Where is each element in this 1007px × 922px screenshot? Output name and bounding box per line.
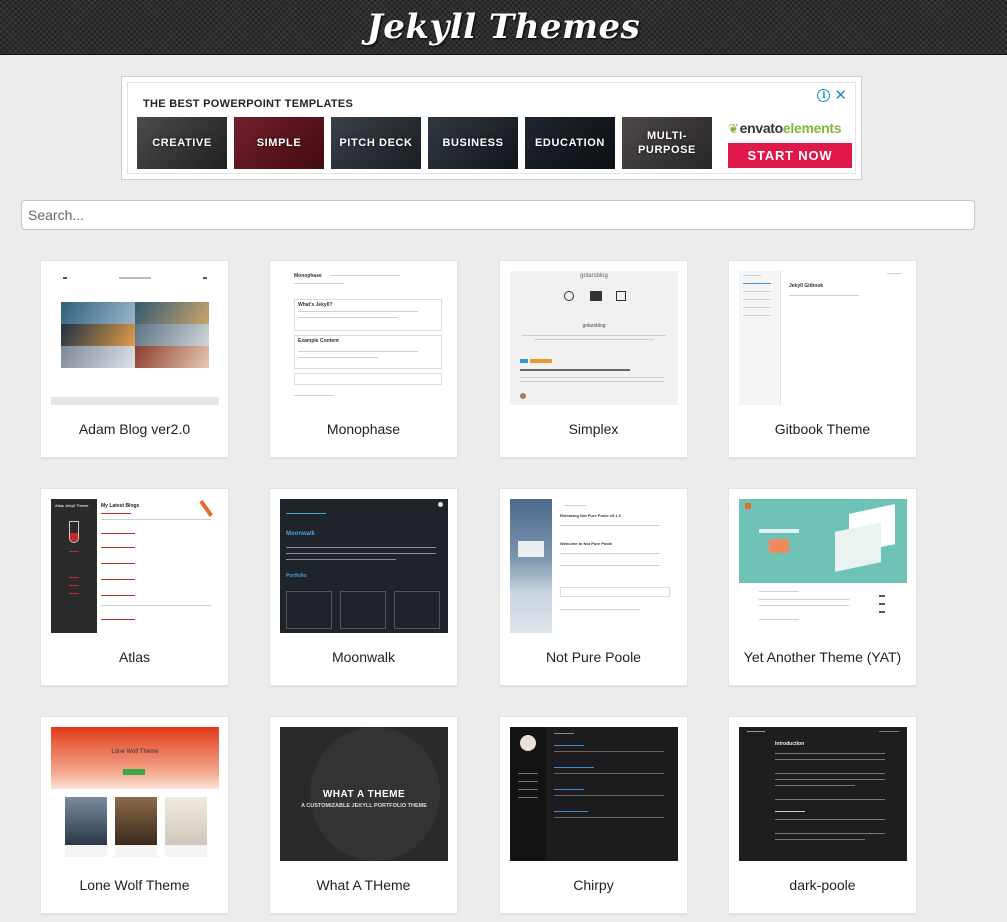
ad-tile-label: MULTI-PURPOSE xyxy=(638,130,696,156)
thumb-text: Portfolio xyxy=(286,573,307,579)
ad-tile-label: PITCH DECK xyxy=(339,137,413,149)
thumb-text: Introduction xyxy=(775,741,805,747)
info-icon[interactable]: i xyxy=(817,89,831,102)
theme-thumbnail[interactable]: Lone Wolf Theme xyxy=(51,727,219,861)
theme-title[interactable]: Yet Another Theme (YAT) xyxy=(729,649,916,665)
theme-thumbnail[interactable]: WHAT A THEME A CUSTOMIZABLE JEKYLL PORTF… xyxy=(280,727,448,861)
theme-thumbnail[interactable] xyxy=(510,727,678,861)
theme-thumbnail[interactable]: golarsblog golarsblog xyxy=(510,271,678,405)
thumb-text: Moonwalk xyxy=(286,531,316,537)
theme-title[interactable]: Lone Wolf Theme xyxy=(41,877,228,893)
thumb-text: What's Jekyll? xyxy=(298,302,333,308)
theme-card[interactable]: Introduction dark-poole xyxy=(728,716,917,914)
theme-card[interactable]: Moonwalk Portfolio Moonwalk xyxy=(269,488,458,686)
site-header: Jekyll Themes xyxy=(0,0,1007,55)
ad-controls: i ✕ xyxy=(817,88,847,103)
thumb-text: golarsblog xyxy=(582,323,606,329)
ad-banner[interactable]: THE BEST POWERPOINT TEMPLATES i ✕ CREATI… xyxy=(121,76,862,180)
thumb-text: Atlas Jekyll Theme xyxy=(55,503,89,508)
theme-card[interactable]: Chirpy xyxy=(499,716,688,914)
ad-tile-education[interactable]: EDUCATION xyxy=(525,117,615,169)
theme-title[interactable]: Adam Blog ver2.0 xyxy=(41,421,228,437)
ad-tile-pitch-deck[interactable]: PITCH DECK xyxy=(331,117,421,169)
thumb-text: Example Content xyxy=(298,338,339,344)
ad-tile-label: EDUCATION xyxy=(535,137,605,149)
ad-tile-business[interactable]: BUSINESS xyxy=(428,117,518,169)
leaf-icon: ❦ xyxy=(728,121,739,136)
thumb-text: Jekyll Gitbook xyxy=(789,283,824,289)
ad-tile-simple[interactable]: SIMPLE xyxy=(234,117,324,169)
thumb-text: Releasing Not Pure Poole v0.1.0 xyxy=(560,513,621,518)
ad-tile-label: SIMPLE xyxy=(256,137,302,149)
thumb-text: Welcome to Not Pure Poole xyxy=(560,541,613,546)
theme-thumbnail[interactable]: Monophase What's Jekyll? Example Content xyxy=(280,271,448,405)
ad-tile-creative[interactable]: CREATIVE xyxy=(137,117,227,169)
theme-title[interactable]: Simplex xyxy=(500,421,687,437)
theme-thumbnail[interactable] xyxy=(51,271,219,405)
close-icon[interactable]: ✕ xyxy=(834,88,847,103)
brand-part1: envato xyxy=(739,120,784,136)
start-now-button[interactable]: START NOW xyxy=(728,143,852,168)
thumb-text: WHAT A THEME xyxy=(322,789,406,800)
theme-thumbnail[interactable]: Introduction xyxy=(739,727,907,861)
theme-thumbnail[interactable] xyxy=(739,499,907,633)
theme-title[interactable]: Moonwalk xyxy=(270,649,457,665)
site-title[interactable]: Jekyll Themes xyxy=(367,7,641,47)
theme-thumbnail[interactable]: Releasing Not Pure Poole v0.1.0 Welcome … xyxy=(510,499,678,633)
brand-part2: elements xyxy=(782,120,842,136)
theme-card[interactable]: golarsblog golarsblog Simplex xyxy=(499,260,688,458)
ad-title: THE BEST POWERPOINT TEMPLATES xyxy=(143,98,354,110)
ad-tile-label: BUSINESS xyxy=(442,137,504,149)
theme-title[interactable]: Atlas xyxy=(41,649,228,665)
theme-card[interactable]: Monophase What's Jekyll? Example Content… xyxy=(269,260,458,458)
theme-card[interactable]: WHAT A THEME A CUSTOMIZABLE JEKYLL PORTF… xyxy=(269,716,458,914)
theme-card[interactable]: Adam Blog ver2.0 xyxy=(40,260,229,458)
theme-card[interactable]: Yet Another Theme (YAT) xyxy=(728,488,917,686)
theme-title[interactable]: Not Pure Poole xyxy=(500,649,687,665)
thumb-text: A CUSTOMIZABLE JEKYLL PORTFOLIO THEME xyxy=(301,803,427,809)
menu-icon xyxy=(63,277,67,279)
theme-thumbnail[interactable]: Jekyll Gitbook xyxy=(739,271,907,405)
thumb-text: My Latest Blogs xyxy=(101,503,140,509)
theme-title[interactable]: Gitbook Theme xyxy=(729,421,916,437)
theme-thumbnail[interactable]: Moonwalk Portfolio xyxy=(280,499,448,633)
theme-title[interactable]: What A THeme xyxy=(270,877,457,893)
theme-card[interactable]: Atlas Jekyll Theme My Latest Blogs Atlas xyxy=(40,488,229,686)
search-input[interactable] xyxy=(21,200,975,230)
envato-logo[interactable]: ❦envatoelements xyxy=(728,120,842,137)
theme-title[interactable]: Monophase xyxy=(270,421,457,437)
theme-card[interactable]: Lone Wolf Theme Lone Wolf Theme xyxy=(40,716,229,914)
thumb-text: Lone Wolf Theme xyxy=(111,749,159,755)
ad-tile-label: CREATIVE xyxy=(152,137,212,149)
theme-card[interactable]: Releasing Not Pure Poole v0.1.0 Welcome … xyxy=(499,488,688,686)
theme-title[interactable]: Chirpy xyxy=(500,877,687,893)
theme-thumbnail[interactable]: Atlas Jekyll Theme My Latest Blogs xyxy=(51,499,219,633)
theme-title[interactable]: dark-poole xyxy=(729,877,916,893)
ad-inner: THE BEST POWERPOINT TEMPLATES i ✕ CREATI… xyxy=(127,82,856,174)
thumb-text: Monophase xyxy=(294,273,322,279)
theme-card[interactable]: Jekyll Gitbook Gitbook Theme xyxy=(728,260,917,458)
ad-tile-multi-purpose[interactable]: MULTI-PURPOSE xyxy=(622,117,712,169)
